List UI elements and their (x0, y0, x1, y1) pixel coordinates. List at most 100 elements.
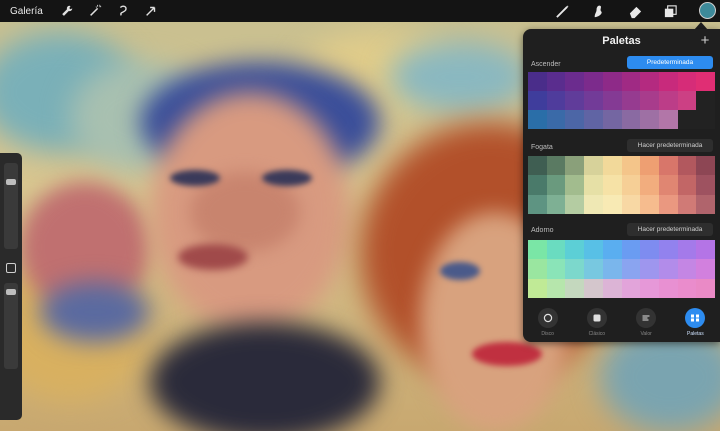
color-swatch[interactable] (584, 240, 603, 260)
color-swatch[interactable] (696, 72, 715, 91)
palette-swatches[interactable] (528, 72, 715, 129)
color-swatch[interactable] (696, 156, 715, 176)
palette-make-default-button[interactable]: Hacer predeterminada (627, 223, 713, 236)
color-swatch[interactable] (584, 278, 603, 298)
color-swatch[interactable] (677, 240, 697, 260)
smudge-icon[interactable] (588, 2, 606, 20)
color-swatch[interactable] (528, 91, 547, 110)
color-swatch[interactable] (621, 156, 641, 176)
brush-icon[interactable] (553, 2, 571, 20)
opacity-slider[interactable] (4, 283, 18, 369)
add-palette-button[interactable]: + (697, 32, 713, 49)
color-swatch[interactable] (677, 110, 697, 129)
color-swatch[interactable] (584, 175, 603, 195)
color-swatch[interactable] (602, 194, 622, 214)
color-swatch[interactable] (658, 278, 678, 298)
color-swatch[interactable] (565, 194, 585, 214)
color-swatch[interactable] (602, 91, 622, 110)
palette-make-default-button[interactable]: Hacer predeterminada (627, 139, 713, 152)
color-swatch[interactable] (677, 175, 697, 195)
brush-size-slider[interactable] (4, 163, 18, 249)
color-swatch[interactable] (658, 110, 678, 129)
color-swatch[interactable] (584, 110, 603, 129)
color-swatch[interactable] (677, 259, 697, 279)
color-swatch[interactable] (546, 278, 566, 298)
color-swatch[interactable] (528, 156, 547, 176)
color-swatch[interactable] (658, 156, 678, 176)
color-swatch[interactable] (658, 72, 678, 91)
color-swatch[interactable] (621, 110, 641, 129)
brush-size-thumb[interactable] (6, 179, 16, 185)
color-swatch[interactable] (621, 91, 641, 110)
color-swatch[interactable] (696, 240, 715, 260)
tab-value[interactable]: Valor (622, 303, 671, 342)
transform-arrow-icon[interactable] (142, 2, 160, 20)
palette-swatches[interactable] (528, 156, 715, 214)
color-swatch[interactable] (528, 278, 547, 298)
color-swatch[interactable] (696, 175, 715, 195)
color-swatch[interactable] (696, 194, 715, 214)
color-swatch[interactable] (621, 240, 641, 260)
color-swatch[interactable] (658, 194, 678, 214)
color-swatch[interactable] (602, 110, 622, 129)
color-swatch[interactable] (640, 110, 659, 129)
color-swatch[interactable] (584, 156, 603, 176)
color-swatch[interactable] (546, 91, 566, 110)
color-swatch[interactable] (565, 91, 585, 110)
color-swatch[interactable] (621, 194, 641, 214)
opacity-thumb[interactable] (6, 289, 16, 295)
color-swatch[interactable] (565, 259, 585, 279)
color-swatch[interactable] (602, 278, 622, 298)
palette-swatches[interactable] (528, 240, 715, 298)
color-swatch[interactable] (621, 72, 641, 91)
color-swatch[interactable] (640, 91, 659, 110)
color-swatch[interactable] (640, 194, 659, 214)
color-swatch[interactable] (677, 194, 697, 214)
eraser-icon[interactable] (626, 2, 644, 20)
color-swatch[interactable] (565, 278, 585, 298)
color-swatch[interactable] (546, 240, 566, 260)
color-swatch[interactable] (602, 72, 622, 91)
tab-palettes[interactable]: Paletas (671, 303, 720, 342)
color-swatch[interactable] (528, 175, 547, 195)
color-swatch[interactable] (602, 175, 622, 195)
layers-icon[interactable] (661, 2, 679, 20)
color-swatch[interactable] (546, 72, 566, 91)
color-swatch[interactable] (621, 278, 641, 298)
color-swatch[interactable] (528, 72, 547, 91)
color-swatch[interactable] (602, 240, 622, 260)
color-swatch[interactable] (565, 72, 585, 91)
color-swatch[interactable] (565, 175, 585, 195)
magic-wand-icon[interactable] (86, 2, 104, 20)
color-swatch[interactable] (696, 91, 715, 110)
gallery-button[interactable]: Galería (10, 6, 48, 17)
wrench-icon[interactable] (58, 2, 76, 20)
color-swatch[interactable] (640, 259, 659, 279)
tab-classic[interactable]: Clásico (572, 303, 621, 342)
color-swatch[interactable] (640, 175, 659, 195)
color-swatch[interactable] (696, 259, 715, 279)
current-color-swatch[interactable] (699, 2, 716, 19)
color-swatch[interactable] (677, 278, 697, 298)
color-swatch[interactable] (658, 259, 678, 279)
color-swatch[interactable] (546, 156, 566, 176)
color-swatch[interactable] (584, 91, 603, 110)
color-swatch[interactable] (546, 110, 566, 129)
color-swatch[interactable] (658, 91, 678, 110)
color-swatch[interactable] (658, 175, 678, 195)
color-swatch[interactable] (528, 110, 547, 129)
color-swatch[interactable] (696, 110, 715, 129)
color-swatch[interactable] (528, 259, 547, 279)
color-swatch[interactable] (528, 194, 547, 214)
color-swatch[interactable] (565, 240, 585, 260)
selection-icon[interactable] (114, 2, 132, 20)
color-swatch[interactable] (677, 91, 697, 110)
color-swatch[interactable] (565, 156, 585, 176)
color-swatch[interactable] (677, 156, 697, 176)
color-swatch[interactable] (640, 278, 659, 298)
color-swatch[interactable] (546, 259, 566, 279)
color-swatch[interactable] (602, 156, 622, 176)
color-swatch[interactable] (565, 110, 585, 129)
color-swatch[interactable] (584, 259, 603, 279)
color-swatch[interactable] (546, 194, 566, 214)
